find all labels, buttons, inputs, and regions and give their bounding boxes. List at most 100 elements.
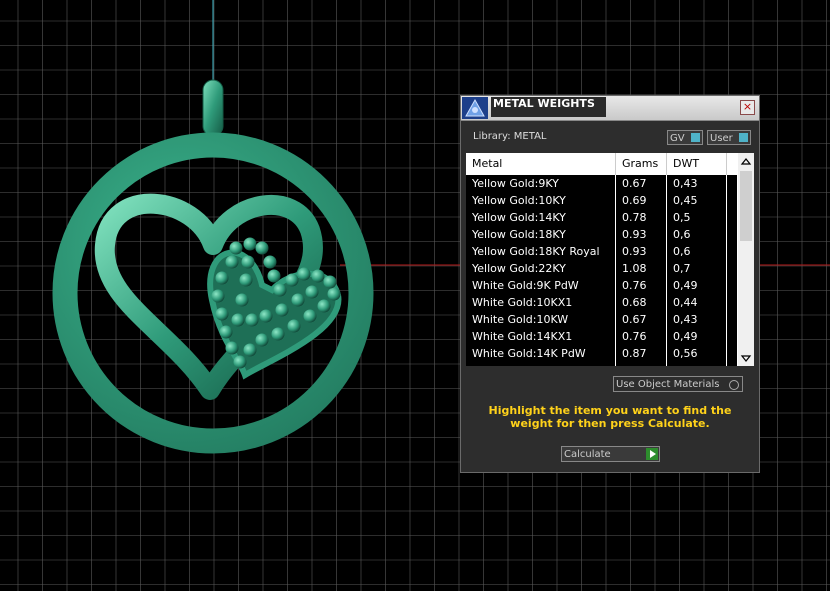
row-spacer	[727, 345, 738, 362]
bead-stone	[215, 271, 229, 285]
bead-stone	[267, 269, 281, 283]
header-metal[interactable]: Metal	[466, 153, 616, 175]
metal-name-cell: White Gold:14K PdW	[466, 345, 616, 362]
bead-stone	[285, 273, 299, 287]
bead-stone	[287, 319, 301, 333]
metal-name-cell: Yellow Gold:10KY	[466, 192, 616, 209]
user-toggle[interactable]: User	[707, 130, 751, 145]
grams-cell: 0.67	[616, 311, 667, 328]
table-row[interactable]: White Gold:10KX1 0.68 0,44	[466, 294, 738, 311]
bead-stone	[259, 309, 273, 323]
table-row[interactable]: Yellow Gold:22KY 1.08 0,7	[466, 260, 738, 277]
scroll-up-icon[interactable]	[740, 158, 752, 165]
radio-icon	[729, 380, 739, 390]
row-spacer	[727, 277, 738, 294]
bead-stone	[245, 313, 259, 327]
metal-name-cell: Yellow Gold:18KY	[466, 226, 616, 243]
row-spacer	[727, 243, 738, 260]
table-row[interactable]: White Gold:14KW0.790,49	[466, 362, 738, 366]
table-row[interactable]: Yellow Gold:9KY 0.67 0,43	[466, 175, 738, 192]
close-button[interactable]: ×	[740, 100, 755, 115]
row-spacer	[727, 209, 738, 226]
dwt-cell: 0,49	[667, 362, 727, 366]
grams-cell: 0.93	[616, 226, 667, 243]
app-logo-icon	[462, 97, 488, 119]
scroll-thumb[interactable]	[740, 171, 752, 241]
user-label: User	[710, 133, 733, 144]
row-spacer	[727, 362, 738, 366]
dwt-cell: 0,6	[667, 243, 727, 260]
dwt-cell: 0,49	[667, 328, 727, 345]
bead-stone	[291, 293, 305, 307]
panel-title: METAL WEIGHTS	[491, 97, 606, 117]
row-spacer	[727, 192, 738, 209]
dwt-cell: 0,43	[667, 175, 727, 192]
dwt-cell: 0,6	[667, 226, 727, 243]
table-scrollbar[interactable]	[738, 153, 754, 366]
metal-name-cell: White Gold:14KX1	[466, 328, 616, 345]
bead-stone	[211, 289, 225, 303]
dwt-cell: 0,44	[667, 294, 727, 311]
row-spacer	[727, 311, 738, 328]
header-grams[interactable]: Grams	[616, 153, 667, 175]
header-dwt[interactable]: DWT	[667, 153, 727, 175]
bead-stone	[255, 333, 269, 347]
bead-stone	[263, 255, 277, 269]
grams-cell: 0.68	[616, 294, 667, 311]
toggle-knob-icon	[739, 133, 748, 142]
metal-name-cell: Yellow Gold:22KY	[466, 260, 616, 277]
table-row[interactable]: Yellow Gold:14KY 0.78 0,5	[466, 209, 738, 226]
bead-stone	[233, 355, 247, 369]
use-object-materials-toggle[interactable]: Use Object Materials	[613, 376, 743, 392]
grams-cell: 0.79	[616, 362, 667, 366]
bead-stone	[243, 237, 257, 251]
grams-cell: 0.93	[616, 243, 667, 260]
dwt-cell: 0,45	[667, 192, 727, 209]
calculate-label: Calculate	[564, 449, 611, 460]
bead-stone	[215, 307, 229, 321]
calculate-button[interactable]: Calculate	[561, 446, 660, 462]
metal-table[interactable]: Metal Grams DWT Yellow Gold:9KY 0.67 0,43 Y…	[466, 153, 754, 366]
bead-stone	[235, 293, 249, 307]
metal-name-cell: White Gold:10KX1	[466, 294, 616, 311]
bead-stone	[327, 287, 341, 301]
table-row[interactable]: White Gold:10KW 0.67 0,43	[466, 311, 738, 328]
bead-stone	[311, 269, 325, 283]
metal-name-cell: Yellow Gold:14KY	[466, 209, 616, 226]
table-row[interactable]: Yellow Gold:18KY 0.93 0,6	[466, 226, 738, 243]
dwt-cell: 0,5	[667, 209, 727, 226]
bead-stone	[241, 255, 255, 269]
grams-cell: 0.76	[616, 328, 667, 345]
dwt-cell: 0,49	[667, 277, 727, 294]
pendant-bail	[202, 79, 224, 137]
bead-stone	[273, 283, 287, 297]
row-spacer	[727, 260, 738, 277]
bead-stone	[275, 303, 289, 317]
table-row[interactable]: White Gold:14KX1 0.76 0,49	[466, 328, 738, 345]
bead-stone	[303, 309, 317, 323]
gv-toggle[interactable]: GV	[667, 130, 703, 145]
table-row[interactable]: Yellow Gold:10KY 0.69 0,45	[466, 192, 738, 209]
gv-label: GV	[670, 133, 685, 144]
bead-stone	[255, 241, 269, 255]
metal-name-cell: Yellow Gold:9KY	[466, 175, 616, 192]
table-row[interactable]: White Gold:9K PdW 0.76 0,49	[466, 277, 738, 294]
bead-stone	[239, 273, 253, 287]
toggle-knob-icon	[691, 133, 700, 142]
bead-stone	[219, 325, 233, 339]
panel-titlebar[interactable]: METAL WEIGHTS ×	[461, 96, 759, 121]
row-spacer	[727, 226, 738, 243]
library-label: Library: METAL	[473, 131, 547, 142]
play-arrow-icon	[646, 448, 658, 460]
grams-cell: 1.08	[616, 260, 667, 277]
table-header: Metal Grams DWT	[466, 153, 738, 175]
bead-stone	[297, 267, 311, 281]
table-row[interactable]: Yellow Gold:18KY Royal 0.93 0,6	[466, 243, 738, 260]
bead-stone	[317, 299, 331, 313]
scroll-down-icon[interactable]	[740, 355, 752, 362]
table-row[interactable]: White Gold:14K PdW 0.87 0,56	[466, 345, 738, 362]
grams-cell: 0.69	[616, 192, 667, 209]
pendant-model[interactable]	[52, 79, 374, 454]
grams-cell: 0.87	[616, 345, 667, 362]
instruction-text: Highlight the item you want to find the …	[488, 404, 732, 430]
